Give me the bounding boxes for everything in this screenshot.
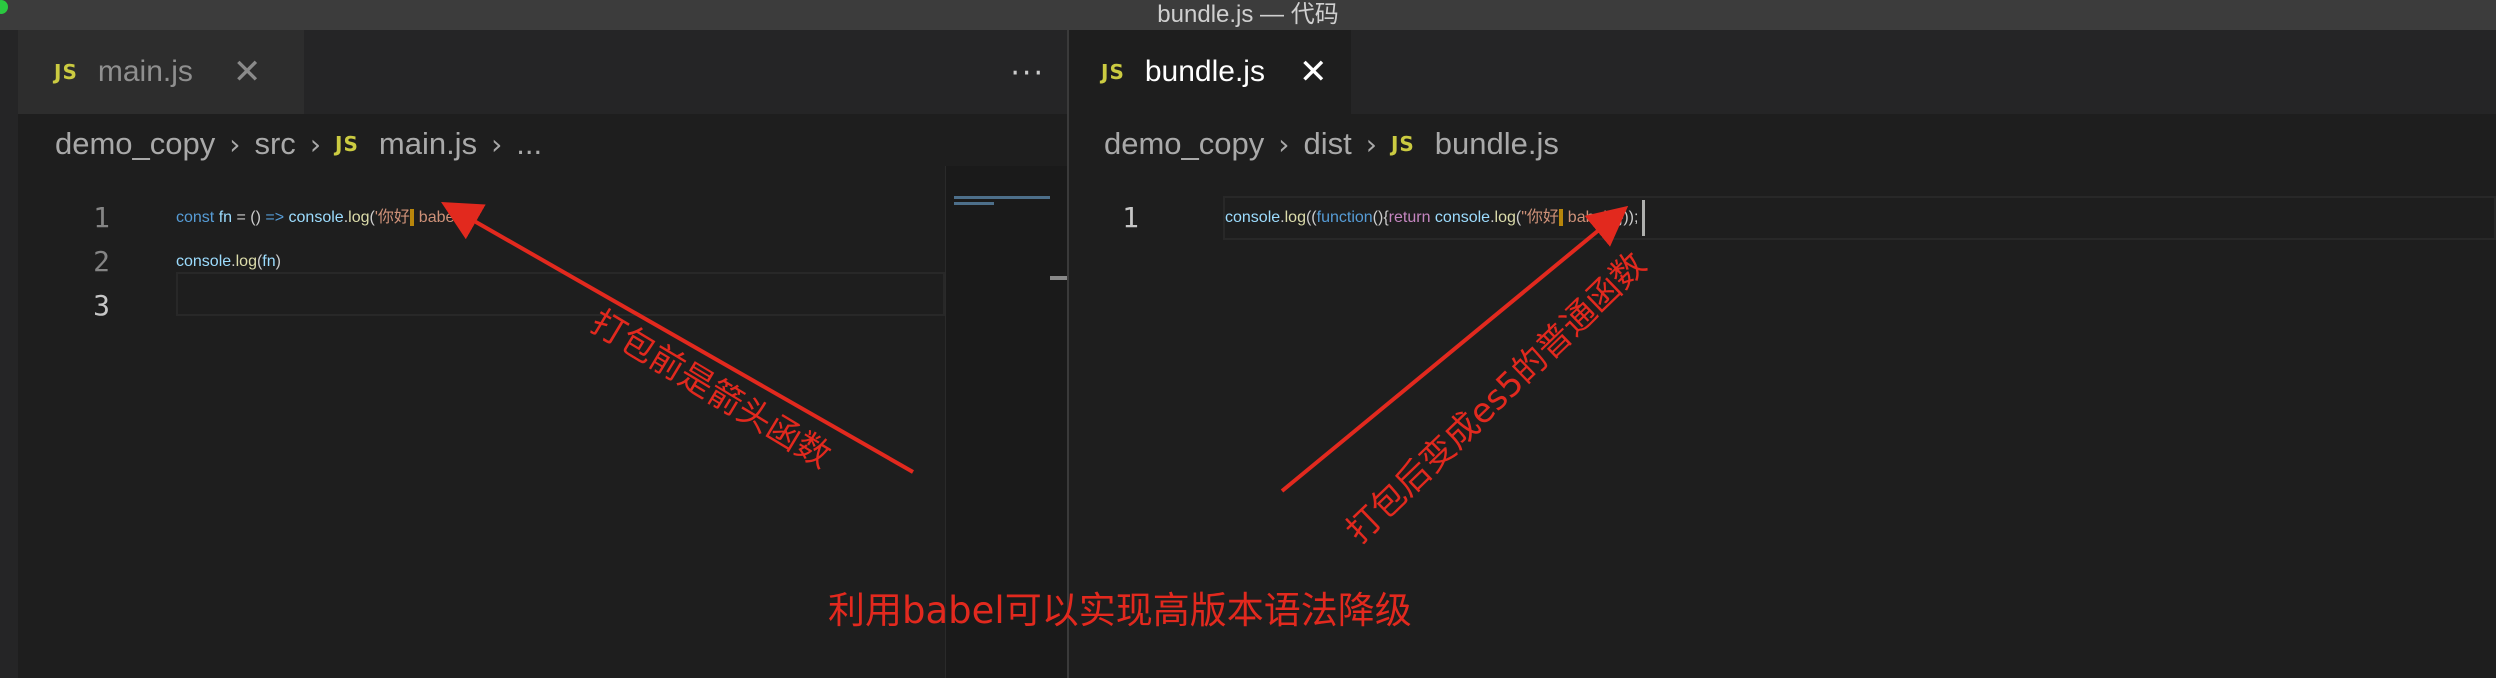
tab-main-js[interactable]: JS main.js ✕: [18, 30, 304, 114]
minimap-line: [954, 196, 1050, 199]
js-file-icon: JS: [54, 60, 78, 84]
tab-label: main.js: [97, 55, 193, 88]
activity-gutter: [0, 30, 18, 678]
code-line[interactable]: console.log(fn): [176, 240, 281, 284]
breadcrumb-subfolder[interactable]: dist: [1303, 126, 1351, 162]
code-line[interactable]: const fn = () => console.log('你好! babel'…: [176, 196, 466, 240]
breadcrumb-file[interactable]: bundle.js: [1435, 126, 1559, 162]
text-cursor: [1642, 199, 1646, 236]
chevron-right-icon: ›: [1278, 127, 1290, 161]
line-number: 2: [93, 245, 110, 278]
breadcrumb-folder[interactable]: demo_copy: [1104, 126, 1264, 162]
tab-bundle-js[interactable]: JS bundle.js ✕: [1069, 30, 1351, 114]
breadcrumb: demo_copy › src › JS main.js › ...: [55, 122, 542, 166]
minimap-line: [954, 202, 994, 205]
chevron-right-icon: ›: [491, 127, 503, 161]
tab-label: bundle.js: [1144, 55, 1265, 88]
annotation-bottom-text: 利用babel可以实现高版本语法降级: [828, 589, 1412, 632]
chevron-right-icon: ›: [229, 127, 241, 161]
breadcrumb: demo_copy › dist › JS bundle.js: [1104, 122, 1559, 166]
current-line-highlight: [176, 272, 945, 316]
line-number: 1: [1122, 201, 1139, 234]
title-bar: bundle.js — 代码: [0, 0, 2496, 30]
js-file-icon: JS: [1390, 132, 1415, 156]
breadcrumb-subfolder[interactable]: src: [254, 126, 295, 162]
line-number: 3: [93, 289, 110, 322]
js-file-icon: JS: [335, 132, 359, 156]
code-line[interactable]: console.log((function(){return console.l…: [1225, 196, 1646, 240]
breadcrumb-file[interactable]: main.js: [379, 126, 477, 162]
chevron-right-icon: ›: [309, 127, 322, 161]
more-actions-icon[interactable]: ···: [1010, 56, 1045, 91]
tab-bar-right: JS bundle.js ✕: [1069, 30, 2496, 114]
close-icon[interactable]: ✕: [233, 52, 262, 92]
breadcrumb-folder[interactable]: demo_copy: [55, 126, 215, 162]
window-title: bundle.js — 代码: [1157, 1, 1339, 28]
breadcrumb-ellipsis[interactable]: ...: [516, 126, 542, 162]
close-icon[interactable]: ✕: [1299, 52, 1328, 92]
js-file-icon: JS: [1101, 60, 1125, 84]
line-number: 1: [93, 201, 110, 234]
tab-bar-left: JS main.js ✕ ···: [18, 30, 1067, 114]
chevron-right-icon: ›: [1365, 127, 1377, 161]
